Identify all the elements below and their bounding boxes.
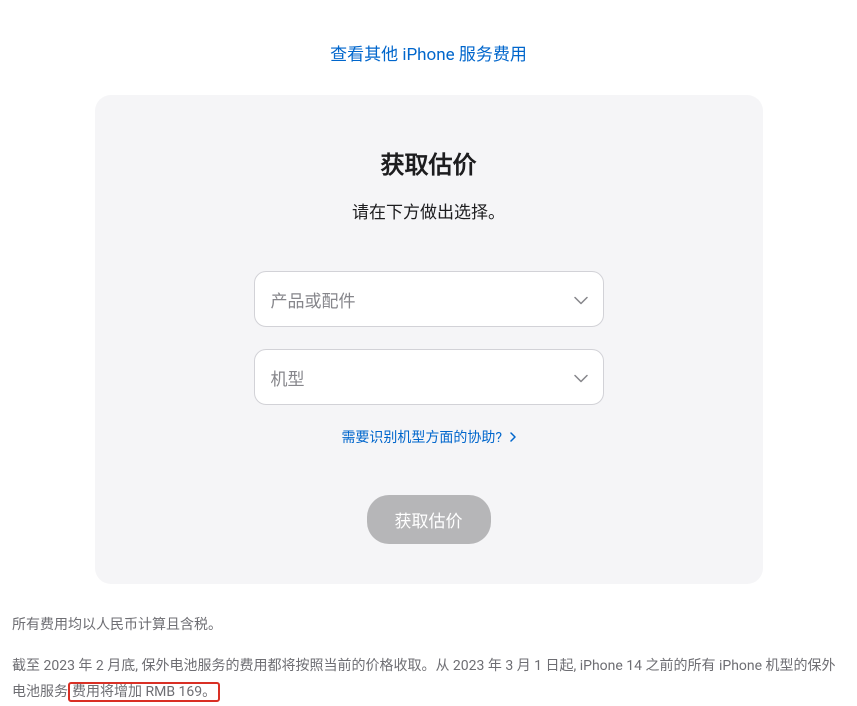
- top-link-container: 查看其他 iPhone 服务费用: [0, 0, 857, 95]
- product-select-placeholder: 产品或配件: [271, 287, 356, 312]
- chevron-right-icon: [510, 432, 516, 445]
- product-select[interactable]: 产品或配件: [254, 271, 604, 327]
- identify-model-help-link[interactable]: 需要识别机型方面的协助?: [341, 430, 515, 446]
- footnote-price-change: 截至 2023 年 2 月底, 保外电池服务的费用都将按照当前的价格收取。从 2…: [12, 653, 845, 706]
- card-subtitle: 请在下方做出选择。: [135, 198, 723, 223]
- product-select-wrapper: 产品或配件: [254, 271, 604, 327]
- estimate-card: 获取估价 请在下方做出选择。 产品或配件 机型 需要识别机型方面的协助? 获取估…: [95, 95, 763, 584]
- help-link-container: 需要识别机型方面的协助?: [135, 427, 723, 447]
- footnote-price-highlight: 费用将增加 RMB 169。: [68, 682, 220, 702]
- card-title: 获取估价: [135, 145, 723, 180]
- submit-row: 获取估价: [135, 495, 723, 544]
- footnotes: 所有费用均以人民币计算且含税。 截至 2023 年 2 月底, 保外电池服务的费…: [0, 584, 857, 706]
- footnote-tax: 所有费用均以人民币计算且含税。: [12, 612, 845, 639]
- model-select-wrapper: 机型: [254, 349, 604, 405]
- get-estimate-button[interactable]: 获取估价: [367, 495, 491, 544]
- model-select[interactable]: 机型: [254, 349, 604, 405]
- model-select-placeholder: 机型: [271, 365, 305, 390]
- help-link-label: 需要识别机型方面的协助?: [341, 430, 502, 446]
- other-services-link[interactable]: 查看其他 iPhone 服务费用: [330, 45, 527, 65]
